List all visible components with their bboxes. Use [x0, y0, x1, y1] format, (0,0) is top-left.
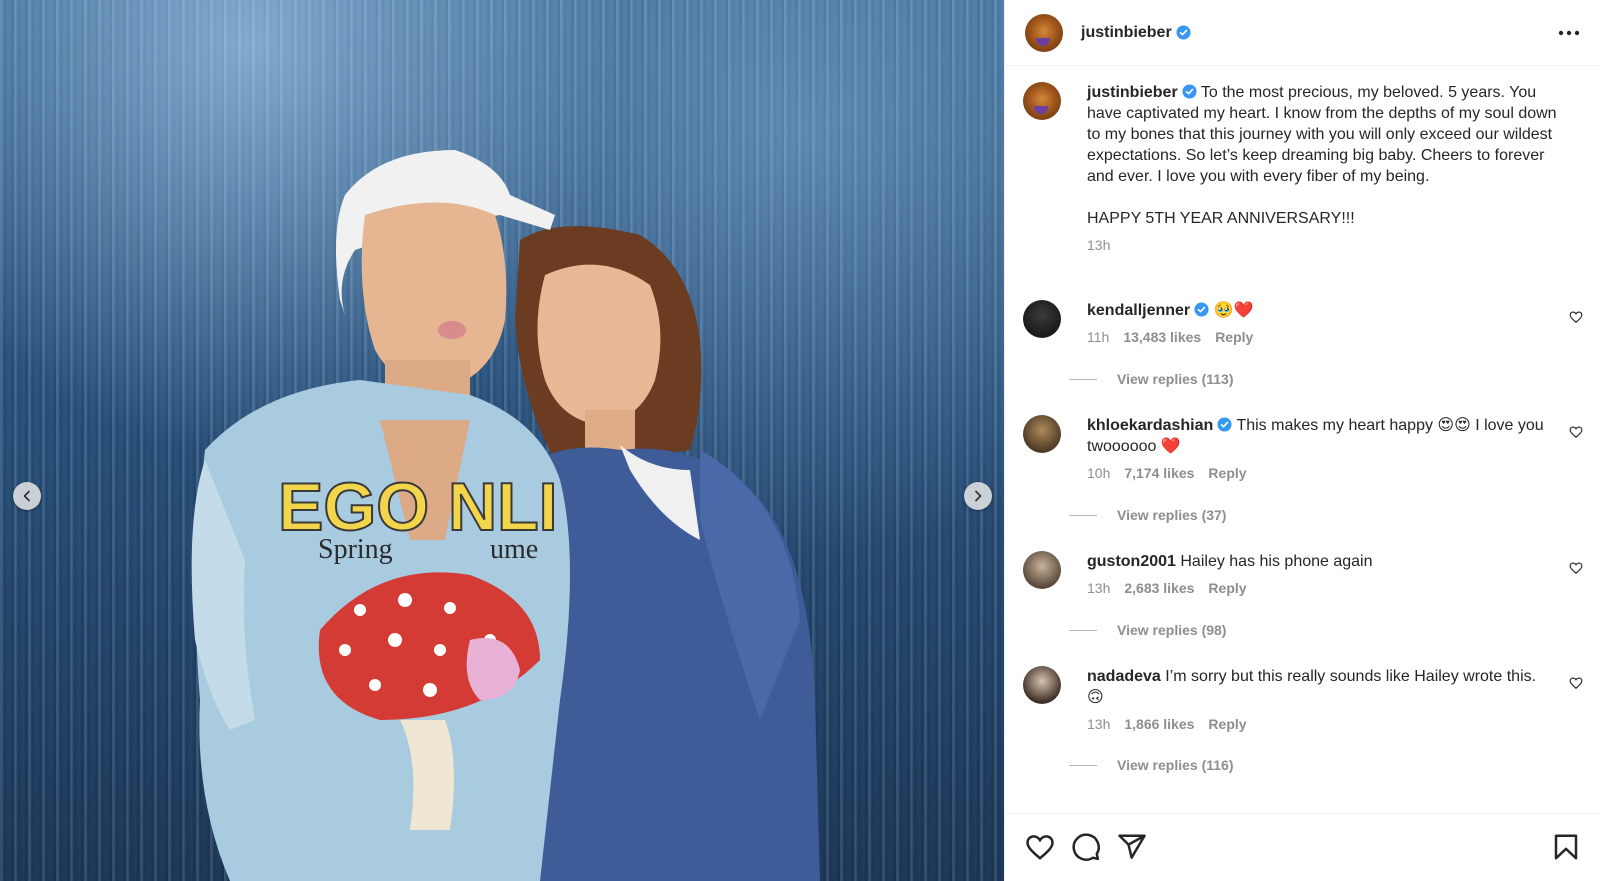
- caption-username[interactable]: justinbieber: [1087, 84, 1178, 101]
- post-side-panel: justinbieber justinbieber To the most pr…: [1004, 0, 1600, 881]
- author-username[interactable]: justinbieber: [1081, 24, 1172, 42]
- view-replies-button[interactable]: View replies (37): [1069, 507, 1226, 523]
- commenter-avatar[interactable]: [1023, 415, 1061, 453]
- post-media[interactable]: EGO NLI Spring ume: [0, 0, 1004, 881]
- comment-username[interactable]: khloekardashian: [1087, 417, 1213, 434]
- author-avatar-small[interactable]: [1023, 82, 1061, 120]
- comment-time: 10h: [1087, 465, 1111, 481]
- view-replies-button[interactable]: View replies (116): [1069, 757, 1233, 773]
- comment-time: 13h: [1087, 716, 1111, 732]
- comment-likes[interactable]: 2,683 likes: [1124, 578, 1194, 599]
- previous-photo-button[interactable]: [13, 482, 41, 510]
- replies-divider: [1069, 514, 1097, 516]
- comment-icon[interactable]: [1071, 832, 1101, 862]
- comment-likes[interactable]: 13,483 likes: [1123, 327, 1201, 348]
- post-photo: EGO NLI Spring ume: [191, 150, 820, 881]
- comment-like-heart-icon[interactable]: [1569, 561, 1583, 575]
- chevron-right-icon: [975, 490, 982, 502]
- post-header: justinbieber: [1005, 0, 1600, 66]
- send-icon[interactable]: [1117, 832, 1147, 862]
- heart-icon[interactable]: [1025, 832, 1055, 862]
- verified-badge-icon: [1182, 84, 1197, 99]
- commenter-avatar[interactable]: [1023, 551, 1061, 589]
- comment-likes[interactable]: 1,866 likes: [1124, 714, 1194, 735]
- view-replies-button[interactable]: View replies (98): [1069, 622, 1226, 638]
- comment-text: 🥹❤️: [1213, 302, 1254, 319]
- verified-badge-icon: [1176, 25, 1191, 40]
- comment-time: 11h: [1087, 329, 1110, 345]
- more-horizontal-icon: [1558, 30, 1580, 35]
- comments-list[interactable]: justinbieber To the most precious, my be…: [1005, 66, 1600, 813]
- comment-username[interactable]: kendalljenner: [1087, 302, 1190, 319]
- shirt-script-text-2: ume: [490, 534, 538, 565]
- comment-reply-button[interactable]: Reply: [1215, 327, 1253, 348]
- comment-username[interactable]: guston2001: [1087, 553, 1176, 570]
- comment-reply-button[interactable]: Reply: [1208, 463, 1246, 484]
- post-action-bar: [1005, 813, 1600, 881]
- comment-reply-button[interactable]: Reply: [1208, 714, 1246, 735]
- commenter-avatar[interactable]: [1023, 666, 1061, 704]
- shirt-script-text: Spring: [318, 534, 393, 565]
- caption-time: 13h: [1087, 237, 1111, 253]
- comment-likes[interactable]: 7,174 likes: [1124, 463, 1194, 484]
- comment-like-heart-icon[interactable]: [1569, 425, 1583, 439]
- more-options-button[interactable]: [1556, 20, 1582, 46]
- comment-time: 13h: [1087, 580, 1111, 596]
- replies-divider: [1069, 764, 1097, 766]
- verified-badge-icon: [1194, 302, 1209, 317]
- verified-badge-icon: [1217, 417, 1232, 432]
- comment-like-heart-icon[interactable]: [1569, 310, 1583, 324]
- chevron-left-icon: [23, 490, 30, 502]
- view-replies-label: View replies (98): [1117, 622, 1227, 638]
- view-replies-label: View replies (113): [1117, 371, 1234, 387]
- view-replies-label: View replies (116): [1117, 757, 1234, 773]
- view-replies-label: View replies (37): [1117, 507, 1227, 523]
- comment-like-heart-icon[interactable]: [1569, 676, 1583, 690]
- replies-divider: [1069, 378, 1097, 380]
- author-avatar[interactable]: [1025, 13, 1063, 52]
- caption-anniversary-line: HAPPY 5TH YEAR ANNIVERSARY!!!: [1087, 210, 1355, 227]
- replies-divider: [1069, 629, 1097, 631]
- comment-text: Hailey has his phone again: [1180, 553, 1373, 570]
- comment-username[interactable]: nadadeva: [1087, 668, 1161, 685]
- commenter-avatar[interactable]: [1023, 300, 1061, 338]
- view-replies-button[interactable]: View replies (113): [1069, 371, 1233, 387]
- bookmark-icon[interactable]: [1551, 832, 1581, 862]
- next-photo-button[interactable]: [964, 482, 992, 510]
- comment-reply-button[interactable]: Reply: [1208, 578, 1246, 599]
